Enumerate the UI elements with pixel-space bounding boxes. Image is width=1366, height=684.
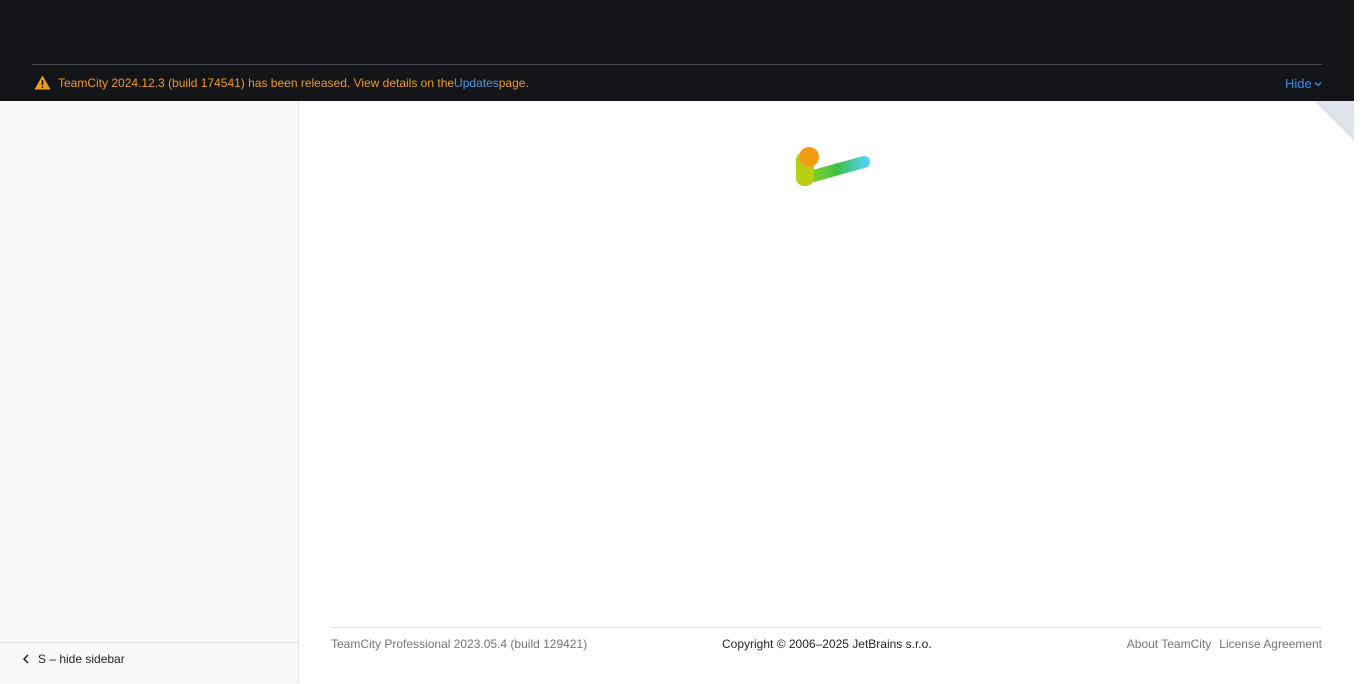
hide-banner-label: Hide — [1285, 76, 1312, 91]
hide-sidebar-button[interactable]: S – hide sidebar — [22, 652, 125, 666]
update-banner: TeamCity 2024.12.3 (build 174541) has be… — [34, 74, 529, 92]
hide-banner-button[interactable]: Hide — [1285, 76, 1322, 91]
hide-sidebar-label: S – hide sidebar — [38, 652, 125, 666]
banner-message-end: page. — [498, 76, 529, 90]
footer-links: About TeamCity License Agreement — [1127, 637, 1322, 651]
sidebar-footer: S – hide sidebar — [0, 642, 298, 684]
teamcity-loader-icon — [796, 147, 870, 186]
page-scrollbar[interactable] — [1354, 0, 1366, 683]
footer-copyright: Copyright © 2006–2025 JetBrains s.r.o. — [722, 637, 932, 651]
header-divider — [32, 64, 1322, 65]
chevron-left-icon — [22, 654, 29, 664]
footer-divider — [331, 627, 1322, 628]
banner-message: TeamCity 2024.12.3 (build 174541) has be… — [58, 76, 455, 90]
corner-fold-icon — [1314, 101, 1354, 141]
warning-icon — [34, 75, 52, 91]
chevron-down-icon — [1314, 81, 1322, 86]
license-agreement-link[interactable]: License Agreement — [1219, 637, 1322, 651]
sidebar: S – hide sidebar — [0, 101, 299, 683]
about-teamcity-link[interactable]: About TeamCity — [1127, 637, 1212, 651]
updates-link[interactable]: Updates — [454, 76, 499, 90]
top-header: TeamCity 2024.12.3 (build 174541) has be… — [0, 0, 1354, 101]
footer-version: TeamCity Professional 2023.05.4 (build 1… — [331, 637, 588, 651]
